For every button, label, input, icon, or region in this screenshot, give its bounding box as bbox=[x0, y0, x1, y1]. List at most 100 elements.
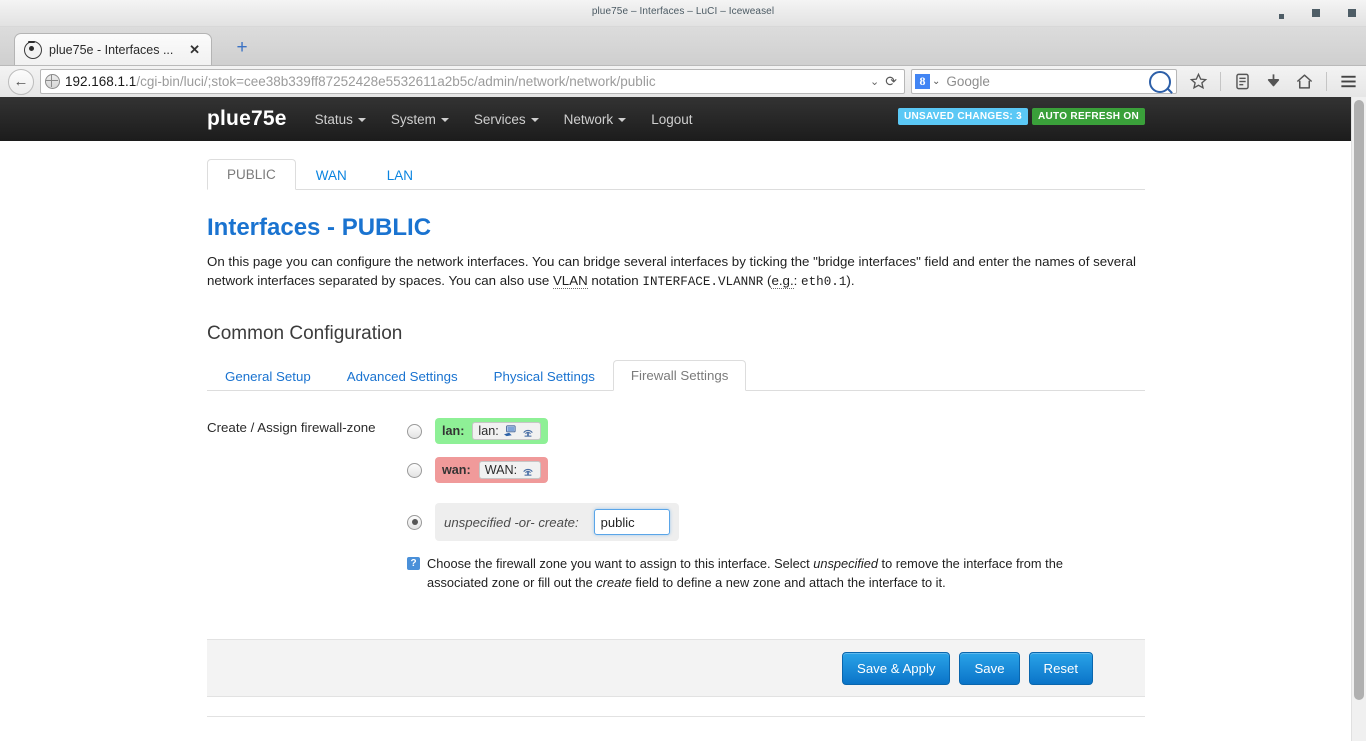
tab-general-setup[interactable]: General Setup bbox=[207, 361, 329, 391]
help-text-1: Choose the firewall zone you want to ass… bbox=[427, 556, 813, 571]
page-content: PUBLIC WAN LAN Interfaces - PUBLIC On th… bbox=[0, 159, 1352, 717]
nav-label: System bbox=[391, 112, 436, 127]
desc-part-4: : bbox=[794, 273, 801, 288]
browser-tab[interactable]: plue75e - Interfaces ... ✕ bbox=[14, 33, 212, 65]
radio-zone-unspecified[interactable] bbox=[407, 515, 422, 530]
tab-public[interactable]: PUBLIC bbox=[207, 159, 296, 190]
zone-option-unspecified[interactable]: unspecified -or- create: bbox=[407, 503, 1145, 541]
header-badges: UNSAVED CHANGES: 3 AUTO REFRESH ON bbox=[898, 108, 1145, 125]
library-icon[interactable] bbox=[1233, 72, 1252, 91]
site-favicon bbox=[24, 41, 42, 59]
home-icon[interactable] bbox=[1295, 72, 1314, 91]
page-description: On this page you can configure the netwo… bbox=[207, 252, 1137, 292]
radio-zone-lan[interactable] bbox=[407, 424, 422, 439]
tab-lan[interactable]: LAN bbox=[367, 160, 433, 190]
nav-item-status[interactable]: Status bbox=[315, 112, 366, 127]
globe-icon bbox=[45, 74, 60, 89]
luci-header: plue75e Status System Services Network L… bbox=[0, 97, 1352, 141]
url-bar[interactable]: 192.168.1.1/cgi-bin/luci/;stok=cee38b339… bbox=[40, 69, 905, 94]
auto-refresh-badge[interactable]: AUTO REFRESH ON bbox=[1032, 108, 1145, 125]
interface-tabs: PUBLIC WAN LAN bbox=[207, 159, 1145, 190]
chevron-down-icon[interactable]: ⌄ bbox=[864, 75, 885, 88]
search-icon[interactable] bbox=[1149, 71, 1171, 93]
zone-iface-label-lan: lan: bbox=[478, 424, 498, 438]
window-controls bbox=[1279, 0, 1356, 26]
unsaved-changes-badge[interactable]: UNSAVED CHANGES: 3 bbox=[898, 108, 1028, 125]
tab-wan[interactable]: WAN bbox=[296, 160, 367, 190]
reload-icon[interactable]: ⟳ bbox=[885, 73, 900, 90]
url-path: /cgi-bin/luci/;stok=cee38b339ff87252428e… bbox=[136, 74, 655, 89]
zone-option-lan[interactable]: lan: lan: bbox=[407, 418, 1145, 444]
config-tabs: General Setup Advanced Settings Physical… bbox=[207, 360, 1145, 391]
nav-item-system[interactable]: System bbox=[391, 112, 449, 127]
info-icon: ? bbox=[407, 557, 420, 570]
chevron-down-icon[interactable]: ⌄ bbox=[930, 76, 946, 87]
zone-badge-wan: wan: WAN: bbox=[435, 457, 548, 483]
nav-label: Logout bbox=[651, 112, 692, 127]
tab-advanced-settings[interactable]: Advanced Settings bbox=[329, 361, 476, 391]
window-title: plue75e – Interfaces – LuCI – Iceweasel bbox=[0, 6, 1366, 17]
wireless-icon bbox=[521, 425, 535, 437]
page-scrollbar-thumb[interactable] bbox=[1354, 100, 1364, 700]
chevron-down-icon bbox=[618, 118, 626, 122]
luci-brand: plue75e bbox=[207, 107, 287, 131]
section-title: Common Configuration bbox=[207, 323, 1145, 345]
zone-interfaces-lan: lan: bbox=[472, 422, 540, 440]
save-button[interactable]: Save bbox=[959, 652, 1019, 685]
search-input[interactable]: Google bbox=[946, 74, 1149, 89]
zone-unspecified-box: unspecified -or- create: bbox=[435, 503, 679, 541]
browser-window: plue75e – Interfaces – LuCI – Iceweasel … bbox=[0, 0, 1366, 741]
nav-label: Status bbox=[315, 112, 353, 127]
nav-item-network[interactable]: Network bbox=[564, 112, 627, 127]
menu-icon[interactable] bbox=[1339, 72, 1358, 91]
create-zone-input[interactable] bbox=[594, 509, 670, 535]
zone-interfaces-wan: WAN: bbox=[479, 461, 541, 479]
help-em-unspecified: unspecified bbox=[813, 556, 878, 571]
browser-toolbar-icons bbox=[1183, 72, 1358, 91]
nav-item-services[interactable]: Services bbox=[474, 112, 539, 127]
maximize-icon[interactable] bbox=[1312, 9, 1320, 17]
bottom-divider bbox=[207, 716, 1145, 717]
desc-part-5: ). bbox=[846, 273, 854, 288]
firewall-zone-options: lan: lan: bbox=[407, 418, 1145, 592]
tab-physical-settings[interactable]: Physical Settings bbox=[476, 361, 613, 391]
tab-firewall-settings[interactable]: Firewall Settings bbox=[613, 360, 747, 391]
nav-label: Services bbox=[474, 112, 526, 127]
tab-close-icon[interactable]: ✕ bbox=[184, 42, 205, 58]
url-host: 192.168.1.1 bbox=[65, 74, 136, 89]
nav-item-logout[interactable]: Logout bbox=[651, 112, 692, 127]
bookmark-star-icon[interactable] bbox=[1189, 72, 1208, 91]
url-text: 192.168.1.1/cgi-bin/luci/;stok=cee38b339… bbox=[65, 74, 864, 89]
radio-zone-wan[interactable] bbox=[407, 463, 422, 478]
zone-unspecified-label: unspecified -or- create: bbox=[444, 515, 579, 530]
desc-mono-2: eth0.1 bbox=[801, 275, 846, 289]
minimize-icon[interactable] bbox=[1279, 14, 1284, 19]
downloads-icon[interactable] bbox=[1264, 72, 1283, 91]
form-action-bar: Save & Apply Save Reset bbox=[207, 639, 1145, 697]
browser-tab-title: plue75e - Interfaces ... bbox=[49, 43, 184, 57]
new-tab-button[interactable]: + bbox=[232, 38, 252, 58]
window-titlebar: plue75e – Interfaces – LuCI – Iceweasel bbox=[0, 0, 1366, 27]
toolbar-divider bbox=[1326, 72, 1327, 91]
wireless-icon bbox=[521, 464, 535, 476]
firewall-zone-field: Create / Assign firewall-zone lan: lan: bbox=[207, 418, 1145, 592]
nav-label: Network bbox=[564, 112, 614, 127]
zone-name-wan: wan: bbox=[442, 463, 471, 477]
save-apply-button[interactable]: Save & Apply bbox=[842, 652, 950, 685]
reset-button[interactable]: Reset bbox=[1029, 652, 1093, 685]
vlan-abbr: VLAN bbox=[553, 273, 588, 289]
firewall-zone-help-text: Choose the firewall zone you want to ass… bbox=[427, 554, 1107, 592]
close-icon[interactable] bbox=[1348, 9, 1356, 17]
page-title: Interfaces - PUBLIC bbox=[207, 214, 1145, 242]
back-button[interactable]: ← bbox=[8, 69, 34, 95]
zone-name-lan: lan: bbox=[442, 424, 464, 438]
browser-navbar: ← 192.168.1.1/cgi-bin/luci/;stok=cee38b3… bbox=[0, 66, 1366, 98]
search-bar[interactable]: 8 ⌄ Google bbox=[911, 69, 1177, 94]
zone-option-wan[interactable]: wan: WAN: bbox=[407, 457, 1145, 483]
chevron-down-icon bbox=[358, 118, 366, 122]
search-engine-icon: 8 bbox=[915, 74, 930, 89]
firewall-zone-label: Create / Assign firewall-zone bbox=[207, 418, 407, 592]
zone-iface-label-wan: WAN: bbox=[485, 463, 517, 477]
chevron-down-icon bbox=[531, 118, 539, 122]
page-viewport: plue75e Status System Services Network L… bbox=[0, 97, 1352, 741]
